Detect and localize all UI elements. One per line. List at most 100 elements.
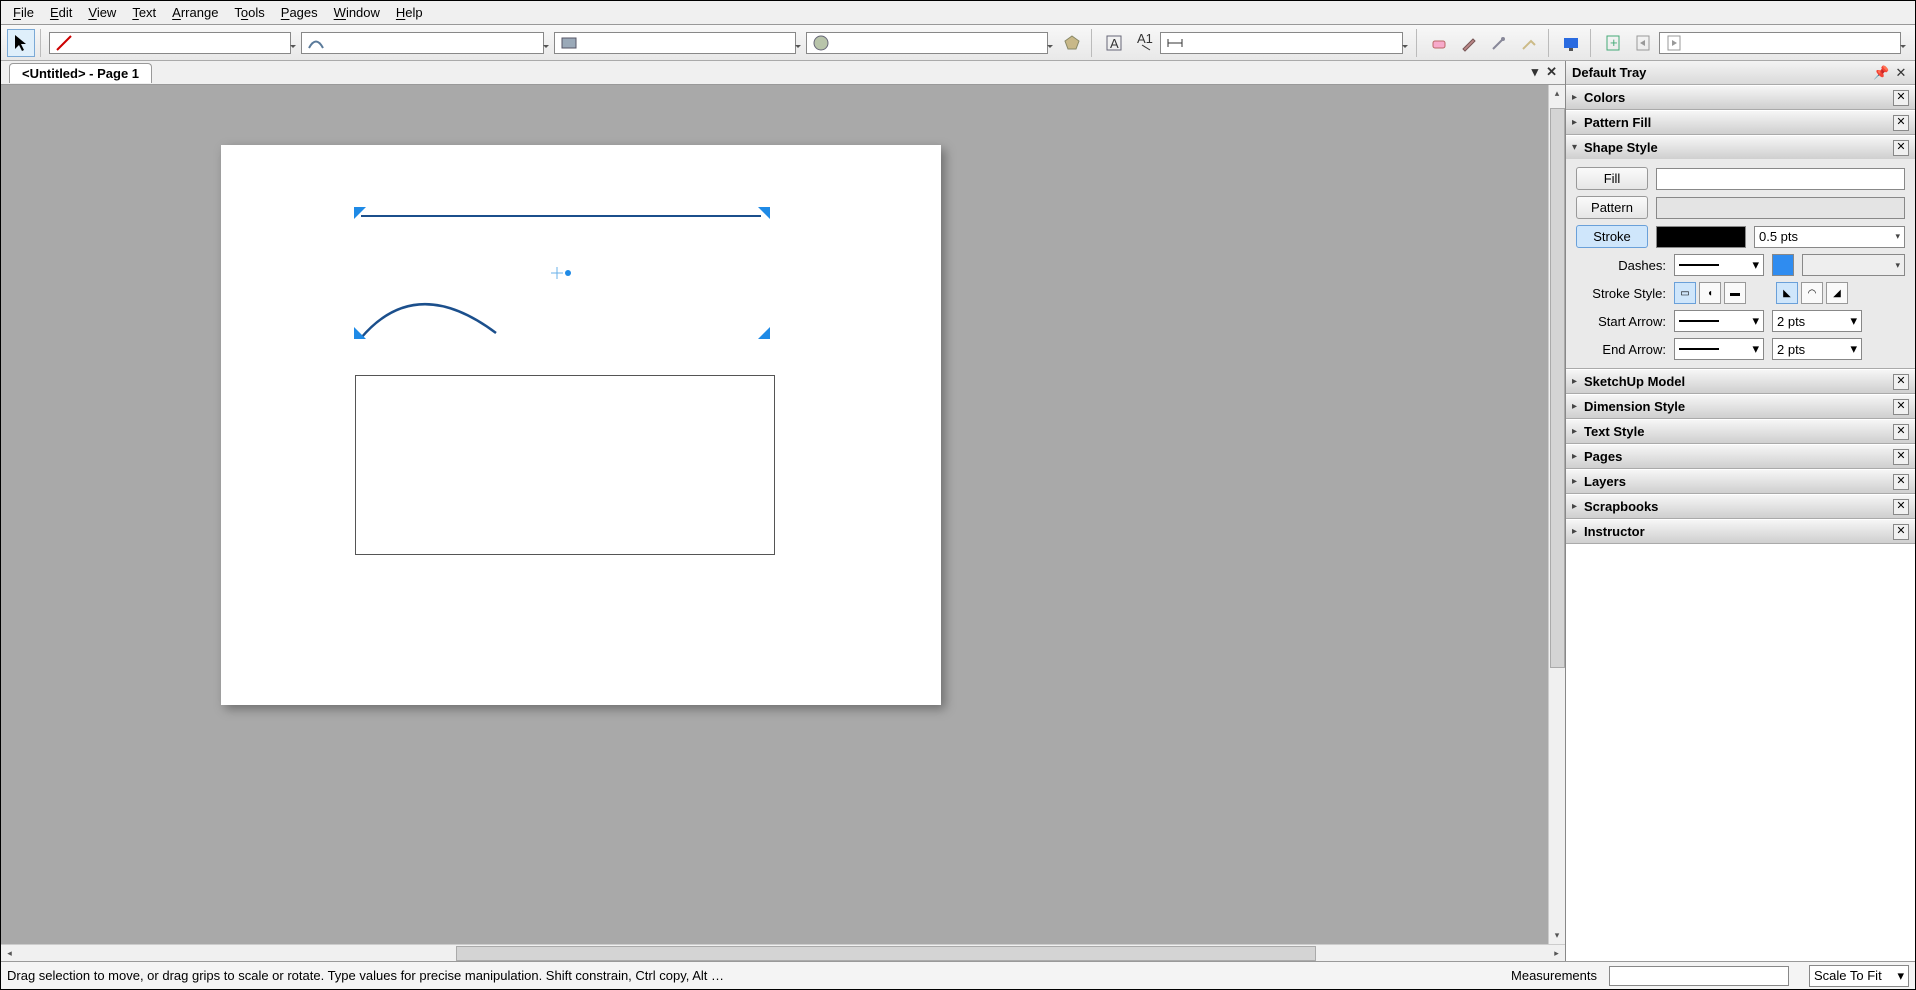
- panel-dimension-style[interactable]: ▸Dimension Style✕: [1566, 394, 1915, 418]
- panel-instructor-close[interactable]: ✕: [1893, 524, 1909, 540]
- end-arrow-size-dropdown[interactable]: 2 pts▾: [1772, 338, 1862, 360]
- stroke-width-dropdown[interactable]: 0.5 pts▾: [1754, 226, 1905, 248]
- pattern-button[interactable]: Pattern: [1576, 196, 1648, 219]
- viewport[interactable]: ▴ ▾: [1, 85, 1565, 944]
- panel-text-close[interactable]: ✕: [1893, 424, 1909, 440]
- join-tool[interactable]: [1515, 29, 1543, 57]
- panel-shape-style[interactable]: ▾Shape Style✕: [1566, 135, 1915, 159]
- panel-layers-close[interactable]: ✕: [1893, 474, 1909, 490]
- panel-sketchup-model[interactable]: ▸SketchUp Model✕: [1566, 369, 1915, 393]
- drawn-arc[interactable]: [356, 288, 506, 348]
- panel-pattern-fill[interactable]: ▸Pattern Fill✕: [1566, 110, 1915, 134]
- measurements-input[interactable]: [1609, 966, 1789, 986]
- panel-pages-close[interactable]: ✕: [1893, 449, 1909, 465]
- dimension-tool[interactable]: [1160, 32, 1402, 54]
- style-tool[interactable]: [1455, 29, 1483, 57]
- cap-square[interactable]: ▬: [1724, 282, 1746, 304]
- menu-arrange[interactable]: Arrange: [164, 3, 226, 22]
- circle-tool[interactable]: [806, 32, 1048, 54]
- horizontal-scroll-thumb[interactable]: [456, 946, 1316, 961]
- status-hint: Drag selection to move, or drag grips to…: [7, 968, 727, 983]
- fill-swatch[interactable]: [1656, 168, 1905, 190]
- menu-tools[interactable]: Tools: [226, 3, 272, 22]
- drawn-rectangle[interactable]: [355, 375, 775, 555]
- tab-close[interactable]: ✕: [1546, 64, 1557, 80]
- document-area: <Untitled> - Page 1 ▾ ✕: [1, 61, 1565, 961]
- scroll-down-arrow[interactable]: ▾: [1549, 927, 1566, 944]
- start-arrow-label: Start Arrow:: [1576, 314, 1666, 329]
- panel-pages[interactable]: ▸Pages✕: [1566, 444, 1915, 468]
- line-tool[interactable]: [49, 32, 291, 54]
- fill-button[interactable]: Fill: [1576, 167, 1648, 190]
- rect-tool[interactable]: [554, 32, 796, 54]
- tray-pin-icon[interactable]: 📌: [1873, 65, 1889, 81]
- cap-round[interactable]: ◖: [1699, 282, 1721, 304]
- dash-scale-swatch[interactable]: [1772, 254, 1794, 276]
- tab-menu-dropdown[interactable]: ▾: [1532, 64, 1539, 80]
- prev-page-tool[interactable]: [1629, 29, 1657, 57]
- cap-flat[interactable]: ▭: [1674, 282, 1696, 304]
- start-arrow-dropdown[interactable]: ▾: [1674, 310, 1764, 332]
- end-arrow-dropdown[interactable]: ▾: [1674, 338, 1764, 360]
- stroke-style-label: Stroke Style:: [1576, 286, 1666, 301]
- label-tool[interactable]: A1: [1130, 29, 1158, 57]
- tray-close[interactable]: ✕: [1893, 65, 1909, 81]
- join-round[interactable]: ◠: [1801, 282, 1823, 304]
- menu-text[interactable]: Text: [124, 3, 164, 22]
- panel-dimension-close[interactable]: ✕: [1893, 399, 1909, 415]
- panel-text-style[interactable]: ▸Text Style✕: [1566, 419, 1915, 443]
- document-tab[interactable]: <Untitled> - Page 1: [9, 63, 152, 83]
- start-arrow-size-dropdown[interactable]: 2 pts▾: [1772, 310, 1862, 332]
- menu-window[interactable]: Window: [326, 3, 388, 22]
- panel-pattern-fill-close[interactable]: ✕: [1893, 115, 1909, 131]
- measurements-label: Measurements: [1511, 968, 1597, 983]
- toolbar: A A1 +: [1, 25, 1915, 61]
- shape-style-body: Fill Pattern Stroke 0.5 pts▾ Dashes: ▾ ▾: [1566, 159, 1915, 368]
- menu-edit[interactable]: Edit: [42, 3, 80, 22]
- arc-tool[interactable]: [301, 32, 543, 54]
- panel-colors[interactable]: ▸Colors✕: [1566, 85, 1915, 109]
- selection-handle-ne[interactable]: [754, 207, 770, 223]
- menu-pages[interactable]: Pages: [273, 3, 326, 22]
- select-tool[interactable]: [7, 29, 35, 57]
- drawn-line[interactable]: [361, 215, 761, 217]
- polygon-tool[interactable]: [1058, 29, 1086, 57]
- horizontal-scrollbar[interactable]: ◂ ▸: [1, 944, 1565, 961]
- vertical-scroll-thumb[interactable]: [1550, 108, 1565, 668]
- panel-layers[interactable]: ▸Layers✕: [1566, 469, 1915, 493]
- zoom-dropdown[interactable]: Scale To Fit▾: [1809, 965, 1909, 987]
- pattern-swatch[interactable]: [1656, 197, 1905, 219]
- panel-sketchup-close[interactable]: ✕: [1893, 374, 1909, 390]
- text-tool[interactable]: A: [1100, 29, 1128, 57]
- menu-file[interactable]: File: [5, 3, 42, 22]
- panel-shape-style-close[interactable]: ✕: [1893, 140, 1909, 156]
- scroll-left-arrow[interactable]: ◂: [1, 945, 18, 962]
- selection-handle-nw[interactable]: [354, 207, 370, 223]
- presentation-tool[interactable]: [1557, 29, 1585, 57]
- scroll-right-arrow[interactable]: ▸: [1548, 945, 1565, 962]
- panel-scrapbooks-close[interactable]: ✕: [1893, 499, 1909, 515]
- panel-instructor[interactable]: ▸Instructor✕: [1566, 519, 1915, 543]
- end-arrow-label: End Arrow:: [1576, 342, 1666, 357]
- selection-handle-sw[interactable]: [354, 323, 370, 339]
- dashes-dropdown[interactable]: ▾: [1674, 254, 1764, 276]
- split-tool[interactable]: [1485, 29, 1513, 57]
- vertical-scrollbar[interactable]: ▴ ▾: [1548, 85, 1565, 944]
- paper[interactable]: [221, 145, 941, 705]
- panel-colors-close[interactable]: ✕: [1893, 90, 1909, 106]
- menu-view[interactable]: View: [80, 3, 124, 22]
- stroke-color-swatch[interactable]: [1656, 226, 1746, 248]
- menu-help[interactable]: Help: [388, 3, 431, 22]
- eraser-tool[interactable]: [1425, 29, 1453, 57]
- scroll-up-arrow[interactable]: ▴: [1549, 85, 1566, 102]
- selection-handle-se[interactable]: [754, 323, 770, 339]
- add-page-tool[interactable]: +: [1599, 29, 1627, 57]
- dashes-label: Dashes:: [1576, 258, 1666, 273]
- next-page-tool[interactable]: [1659, 32, 1901, 54]
- rotation-pivot[interactable]: [551, 267, 571, 279]
- stroke-button[interactable]: Stroke: [1576, 225, 1648, 248]
- panel-scrapbooks[interactable]: ▸Scrapbooks✕: [1566, 494, 1915, 518]
- join-bevel[interactable]: ◢: [1826, 282, 1848, 304]
- dash-scale-dropdown[interactable]: ▾: [1802, 254, 1905, 276]
- join-miter[interactable]: ◣: [1776, 282, 1798, 304]
